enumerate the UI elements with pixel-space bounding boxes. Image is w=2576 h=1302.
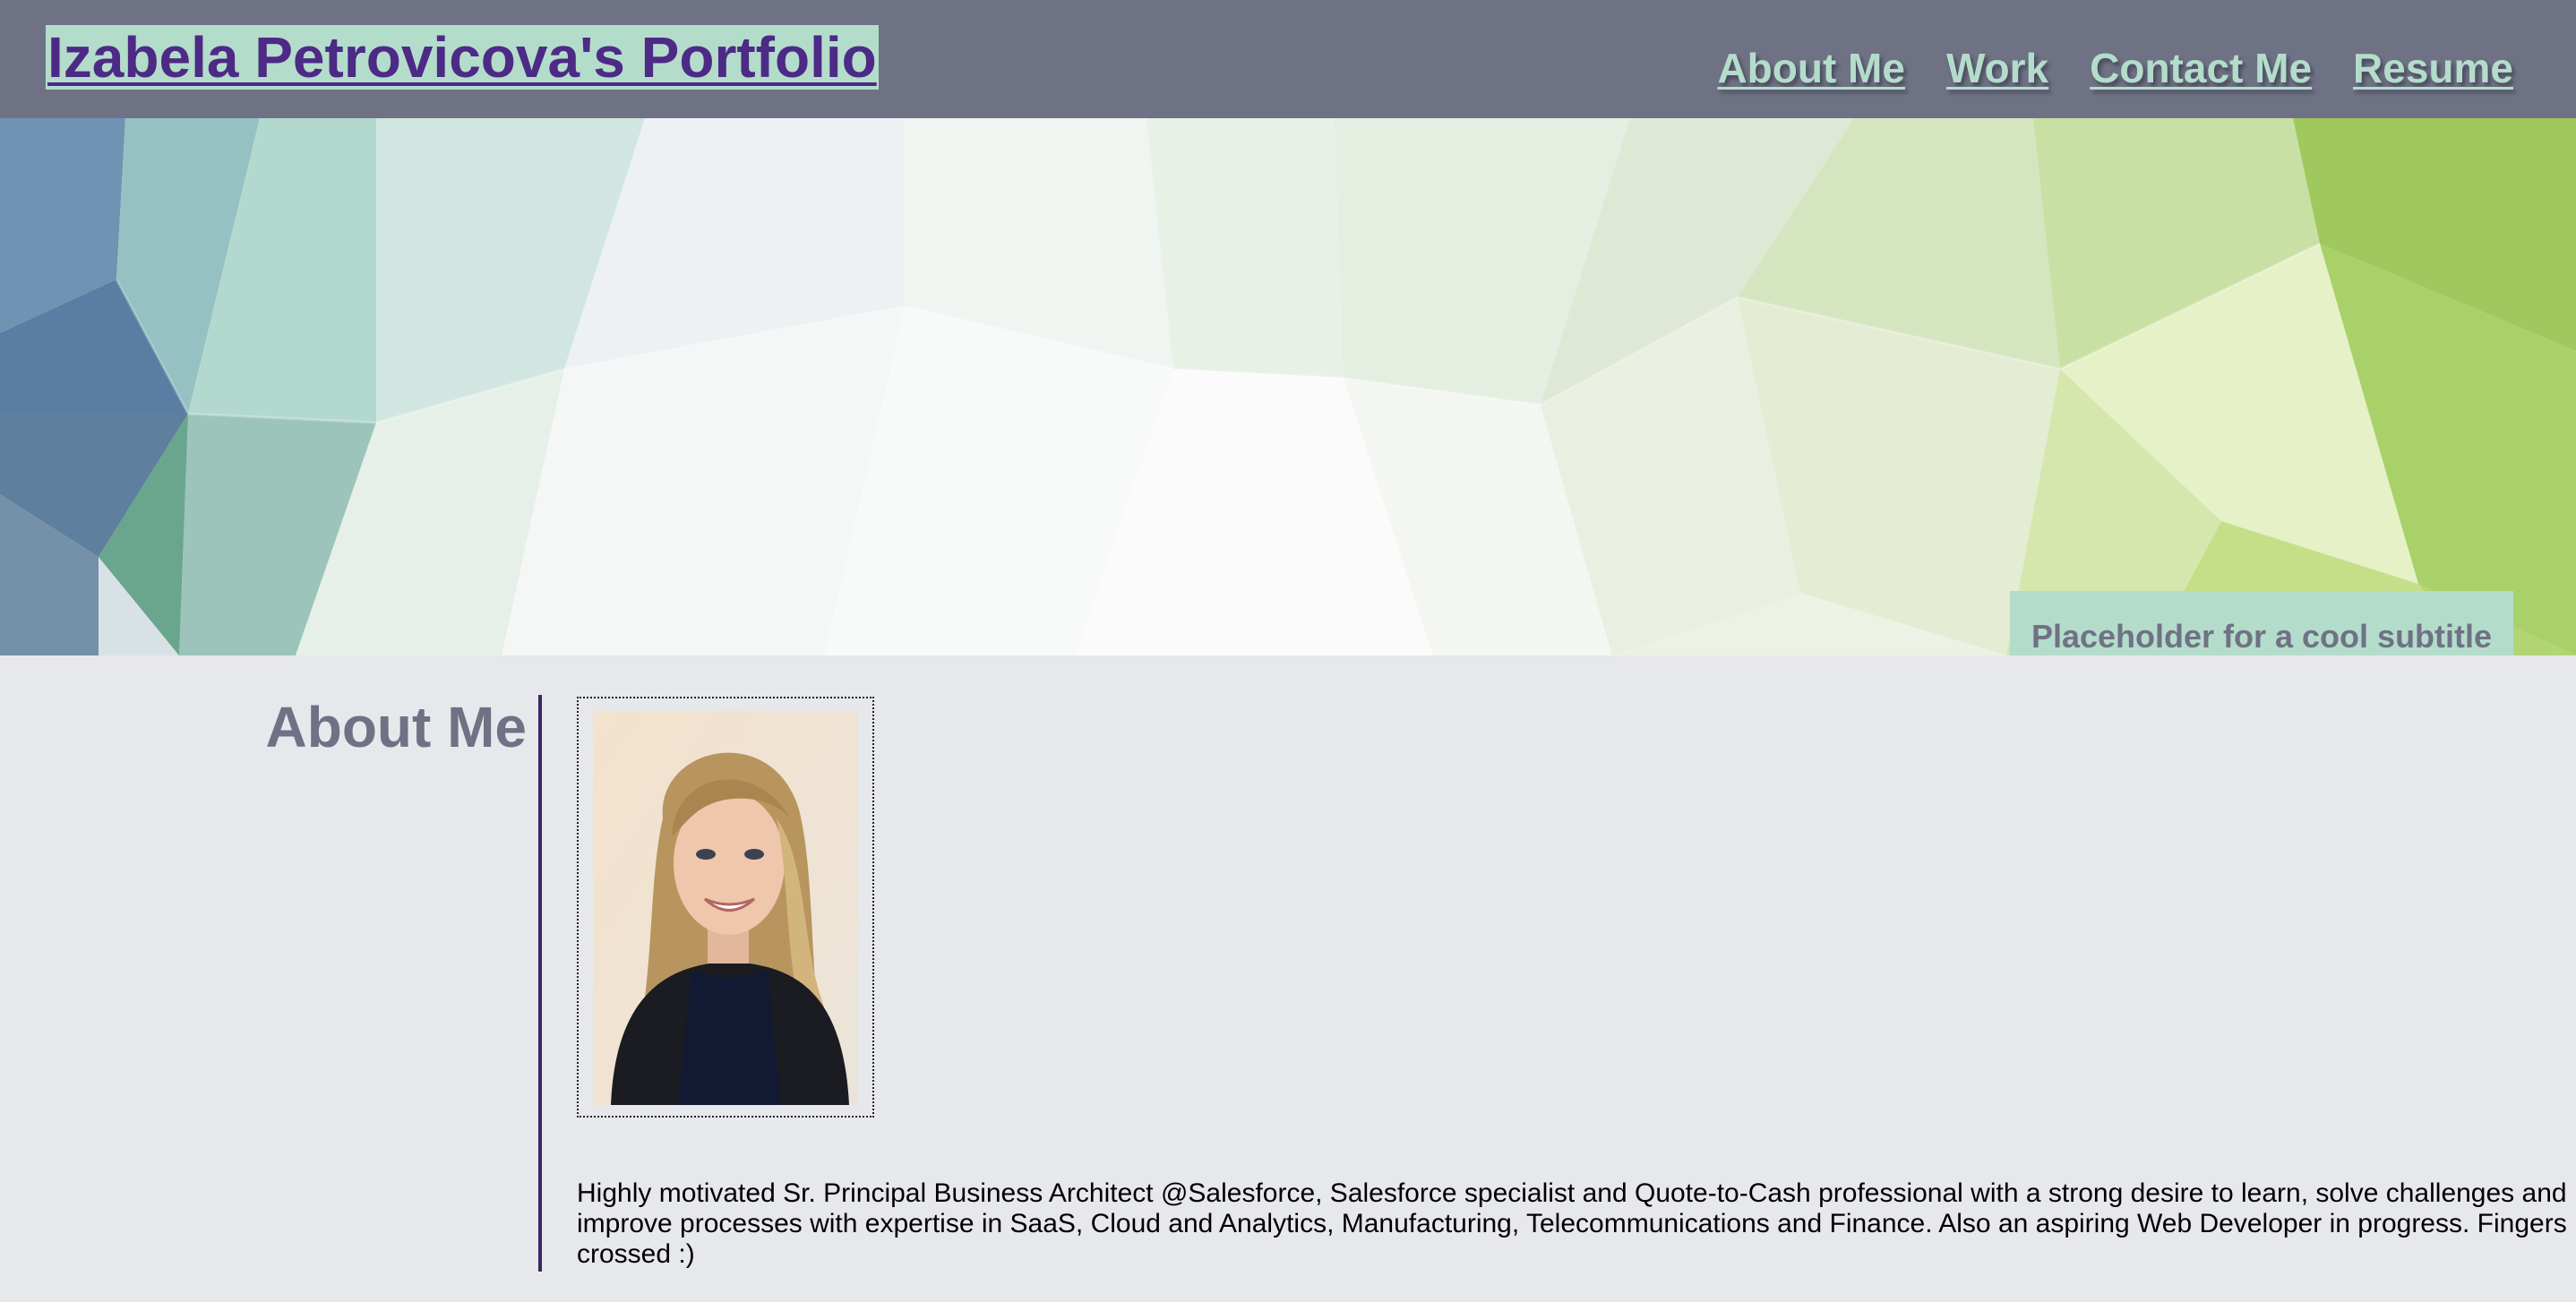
site-header: Izabela Petrovicova's Portfolio About Me… — [0, 0, 2576, 118]
nav-about-me[interactable]: About Me — [1717, 43, 1905, 93]
section-divider — [538, 695, 542, 1272]
about-me-bio: Highly motivated Sr. Principal Business … — [577, 1178, 2567, 1269]
nav-work[interactable]: Work — [1946, 43, 2048, 93]
profile-photo — [593, 711, 858, 1105]
nav-contact-me[interactable]: Contact Me — [2090, 43, 2312, 93]
hero-lowpoly-background — [0, 118, 2576, 655]
about-me-heading: About Me — [265, 695, 528, 759]
hero-subtitle: Placeholder for a cool subtitle — [2010, 591, 2513, 655]
hero-banner: Placeholder for a cool subtitle — [0, 118, 2576, 655]
main-nav: About Me Work Contact Me Resume — [1717, 43, 2513, 93]
nav-resume[interactable]: Resume — [2353, 43, 2513, 93]
site-title-link[interactable]: Izabela Petrovicova's Portfolio — [46, 25, 879, 90]
profile-photo-frame — [577, 697, 874, 1118]
